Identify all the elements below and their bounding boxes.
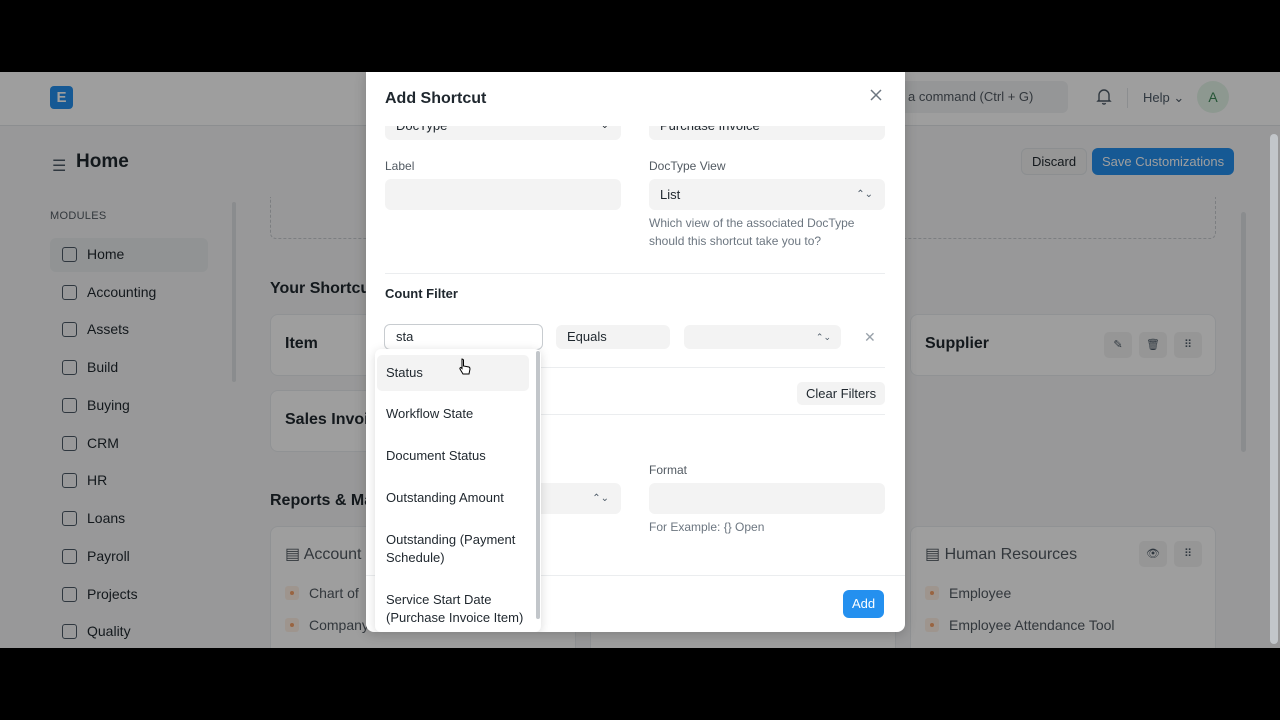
- label-input[interactable]: [385, 179, 621, 210]
- doctype-view-help: Which view of the associated DocType shou…: [649, 214, 854, 250]
- add-button[interactable]: Add: [843, 590, 885, 618]
- pointer-cursor-icon: [458, 358, 472, 381]
- dropdown-option-document-status[interactable]: Document Status: [377, 447, 529, 465]
- option-line: (Purchase Invoice Item): [386, 610, 524, 625]
- option-line: Schedule): [386, 550, 445, 565]
- help-line: should this shortcut take you to?: [649, 234, 822, 248]
- dropdown-option-outstanding-amount[interactable]: Outstanding Amount: [377, 489, 529, 507]
- filter-value-select[interactable]: ⌃⌄: [684, 325, 841, 349]
- window-scrollbar[interactable]: [1270, 134, 1278, 644]
- section-divider: [385, 273, 885, 274]
- add-shortcut-dialog: Add Shortcut DocType⌃⌄ Purchase Invoice …: [366, 72, 905, 632]
- doctype-view-select[interactable]: List ⌃⌄: [649, 179, 885, 210]
- modal-header: Add Shortcut: [366, 72, 905, 126]
- close-icon[interactable]: [869, 85, 883, 108]
- doctype-view-value: List: [660, 187, 681, 202]
- filter-field-input[interactable]: sta: [384, 324, 543, 350]
- app-screen: E a command (Ctrl + G) Help ⌄ A ☰ Home D…: [0, 72, 1280, 648]
- clear-filters-button[interactable]: Clear Filters: [797, 382, 886, 405]
- dropdown-scrollbar[interactable]: [536, 351, 540, 619]
- label-field-label: Label: [385, 159, 415, 173]
- dropdown-option-service-start-date[interactable]: Service Start Date (Purchase Invoice Item…: [377, 591, 537, 627]
- select-arrows-icon: ⌃⌄: [592, 493, 609, 504]
- select-arrows-icon: ⌃⌄: [815, 332, 831, 342]
- dropdown-option-status[interactable]: Status: [377, 355, 529, 391]
- option-line: Outstanding (Payment: [386, 532, 516, 547]
- select-arrows-icon: ⌃⌄: [856, 189, 873, 200]
- modal-title: Add Shortcut: [385, 90, 487, 107]
- doctype-view-label: DocType View: [649, 159, 726, 173]
- dropdown-option-workflow-state[interactable]: Workflow State: [377, 405, 529, 423]
- format-label: Format: [649, 463, 688, 477]
- help-line: Which view of the associated DocType: [649, 216, 855, 230]
- format-help: For Example: {} Open: [649, 520, 765, 534]
- format-input[interactable]: [649, 483, 885, 514]
- remove-filter-icon[interactable]: ✕: [864, 329, 876, 346]
- dropdown-option-outstanding-payment-schedule[interactable]: Outstanding (Payment Schedule): [377, 531, 529, 567]
- filter-field-dropdown: Status Workflow State Document Status Ou…: [375, 349, 541, 632]
- count-filter-title: Count Filter: [385, 286, 458, 301]
- option-line: Service Start Date: [386, 592, 492, 607]
- filter-condition-select[interactable]: Equals: [556, 325, 670, 349]
